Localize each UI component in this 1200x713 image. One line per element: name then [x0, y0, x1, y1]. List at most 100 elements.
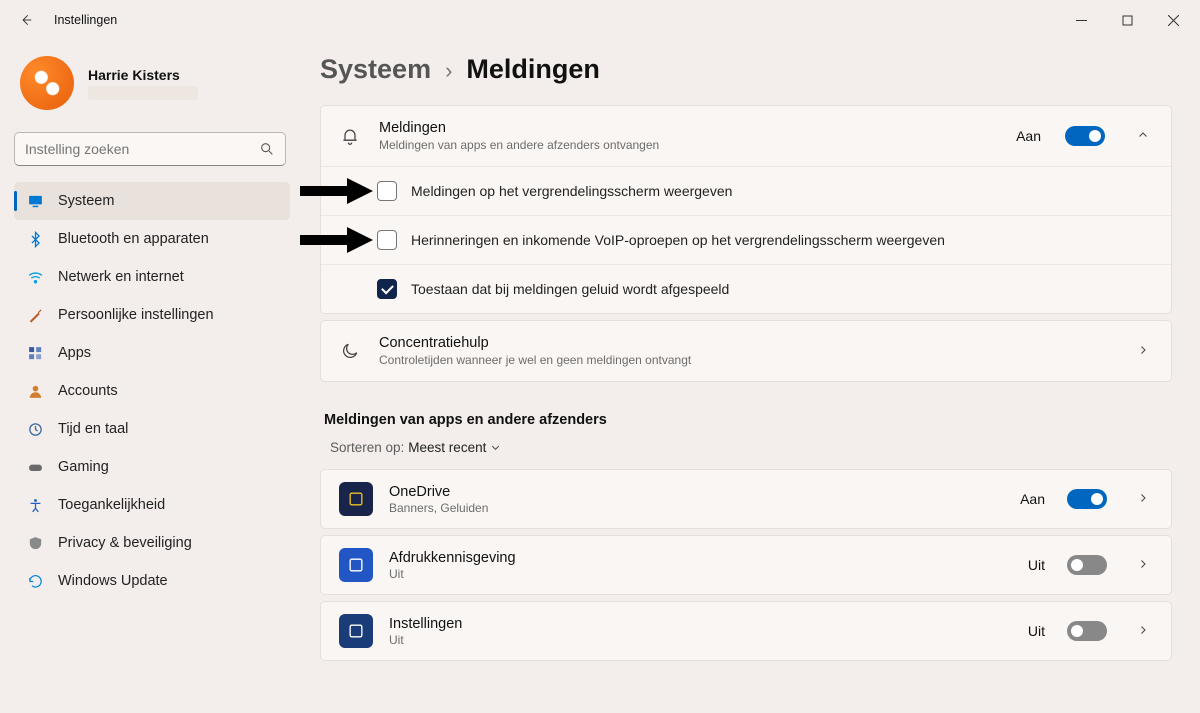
chevron-right-icon: ›: [445, 58, 452, 84]
option-label: Herinneringen en inkomende VoIP-oproepen…: [411, 232, 945, 248]
sidebar-item-gaming[interactable]: Gaming: [14, 448, 290, 486]
bell-icon: [339, 125, 361, 147]
search-box[interactable]: [14, 132, 286, 166]
focus-title: Concentratiehulp: [379, 335, 1105, 351]
option-label: Meldingen op het vergrendelingsscherm we…: [411, 183, 732, 199]
moon-icon: [339, 340, 361, 362]
update-icon: [26, 572, 44, 590]
gamepad-icon: [26, 458, 44, 476]
apps-list: OneDriveBanners, Geluiden Aan Afdrukkennis…: [320, 469, 1172, 661]
chevron-right-icon: [1133, 344, 1153, 359]
sidebar-item-label: Systeem: [58, 193, 114, 209]
sidebar-item-label: Netwerk en internet: [58, 269, 184, 285]
breadcrumb-parent[interactable]: Systeem: [320, 54, 431, 85]
avatar: [20, 56, 74, 110]
search-input[interactable]: [25, 141, 259, 157]
sidebar-item-label: Privacy & beveiliging: [58, 535, 192, 551]
notification-option-1[interactable]: Herinneringen en inkomende VoIP-oproepen…: [321, 215, 1171, 264]
sidebar-item-label: Persoonlijke instellingen: [58, 307, 214, 323]
apps-section-title: Meldingen van apps en andere afzenders: [324, 412, 1172, 428]
app-row-onedrive[interactable]: OneDriveBanners, Geluiden Aan: [320, 469, 1172, 529]
chevron-up-icon[interactable]: [1133, 129, 1153, 144]
app-toggle[interactable]: [1067, 621, 1107, 641]
search-icon: [259, 141, 275, 157]
checkbox[interactable]: [377, 230, 397, 250]
close-button[interactable]: [1150, 4, 1196, 36]
notification-option-0[interactable]: Meldingen op het vergrendelingsscherm we…: [321, 166, 1171, 215]
sidebar-item-netwerk-en-internet[interactable]: Netwerk en internet: [14, 258, 290, 296]
back-button[interactable]: [12, 6, 40, 34]
sidebar-item-label: Gaming: [58, 459, 109, 475]
accessibility-icon: [26, 496, 44, 514]
minimize-button[interactable]: [1058, 4, 1104, 36]
sidebar-item-label: Tijd en taal: [58, 421, 128, 437]
focus-subtitle: Controletijden wanneer je wel en geen me…: [379, 353, 1105, 367]
sidebar-item-tijd-en-taal[interactable]: Tijd en taal: [14, 410, 290, 448]
profile-block[interactable]: Harrie Kisters: [14, 46, 290, 128]
checkbox[interactable]: [377, 181, 397, 201]
notifications-subtitle: Meldingen van apps en andere afzenders o…: [379, 138, 998, 152]
wifi-icon: [26, 268, 44, 286]
chevron-right-icon: [1133, 558, 1153, 573]
notification-option-2[interactable]: Toestaan dat bij meldingen geluid wordt …: [321, 264, 1171, 313]
notifications-options: Meldingen op het vergrendelingsscherm we…: [321, 166, 1171, 313]
app-toggle[interactable]: [1067, 555, 1107, 575]
app-row-instellingen[interactable]: InstellingenUitUit: [320, 601, 1172, 661]
sort-label: Sorteren op:: [330, 440, 404, 455]
breadcrumb: Systeem › Meldingen: [320, 54, 1172, 85]
app-sub: Banners, Geluiden: [389, 501, 1004, 515]
option-label: Toestaan dat bij meldingen geluid wordt …: [411, 281, 729, 297]
notifications-title: Meldingen: [379, 120, 998, 136]
globe-clock-icon: [26, 420, 44, 438]
sidebar-item-apps[interactable]: Apps: [14, 334, 290, 372]
sidebar: Harrie Kisters Systeem Bluetooth en appar…: [0, 40, 300, 713]
chevron-right-icon: [1133, 624, 1153, 639]
person-icon: [26, 382, 44, 400]
annotation-arrow-icon: [300, 227, 373, 253]
sidebar-item-label: Accounts: [58, 383, 118, 399]
notifications-toggle[interactable]: [1065, 126, 1105, 146]
focus-assist-card[interactable]: Concentratiehulp Controletijden wanneer …: [320, 320, 1172, 382]
notifications-state-label: Aan: [1016, 128, 1041, 144]
brush-icon: [26, 306, 44, 324]
chevron-right-icon: [1133, 492, 1153, 507]
notifications-header[interactable]: Meldingen Meldingen van apps en andere a…: [321, 106, 1171, 166]
sidebar-item-bluetooth-en-apparaten[interactable]: Bluetooth en apparaten: [14, 220, 290, 258]
notifications-card: Meldingen Meldingen van apps en andere a…: [320, 105, 1172, 314]
annotation-arrow-icon: [300, 178, 373, 204]
breadcrumb-current: Meldingen: [466, 54, 600, 85]
sidebar-item-windows-update[interactable]: Windows Update: [14, 562, 290, 600]
sort-value: Meest recent: [408, 440, 486, 455]
app-sub: Uit: [389, 567, 1012, 581]
app-icon: [339, 548, 373, 582]
maximize-button[interactable]: [1104, 4, 1150, 36]
app-toggle[interactable]: [1067, 489, 1107, 509]
sort-selector[interactable]: Sorteren op: Meest recent: [330, 440, 1172, 455]
shield-icon: [26, 534, 44, 552]
monitor-icon: [26, 192, 44, 210]
titlebar: Instellingen: [0, 0, 1200, 40]
profile-name: Harrie Kisters: [88, 67, 198, 83]
profile-sub-placeholder: [88, 86, 198, 100]
app-name: Afdrukkennisgeving: [389, 550, 1012, 566]
app-state-label: Uit: [1028, 623, 1045, 639]
app-name: OneDrive: [389, 484, 1004, 500]
sidebar-item-toegankelijkheid[interactable]: Toegankelijkheid: [14, 486, 290, 524]
sidebar-item-label: Windows Update: [58, 573, 168, 589]
app-sub: Uit: [389, 633, 1012, 647]
apps-icon: [26, 344, 44, 362]
sidebar-item-accounts[interactable]: Accounts: [14, 372, 290, 410]
app-icon: [339, 614, 373, 648]
app-name: Instellingen: [389, 616, 1012, 632]
bluetooth-icon: [26, 230, 44, 248]
sidebar-item-systeem[interactable]: Systeem: [14, 182, 290, 220]
checkbox[interactable]: [377, 279, 397, 299]
sidebar-item-label: Bluetooth en apparaten: [58, 231, 209, 247]
sidebar-item-privacy-beveiliging[interactable]: Privacy & beveiliging: [14, 524, 290, 562]
app-row-afdrukkennisgeving[interactable]: AfdrukkennisgevingUitUit: [320, 535, 1172, 595]
sidebar-item-persoonlijke-instellingen[interactable]: Persoonlijke instellingen: [14, 296, 290, 334]
app-state-label: Aan: [1020, 491, 1045, 507]
app-icon: [339, 482, 373, 516]
app-state-label: Uit: [1028, 557, 1045, 573]
sidebar-item-label: Apps: [58, 345, 91, 361]
